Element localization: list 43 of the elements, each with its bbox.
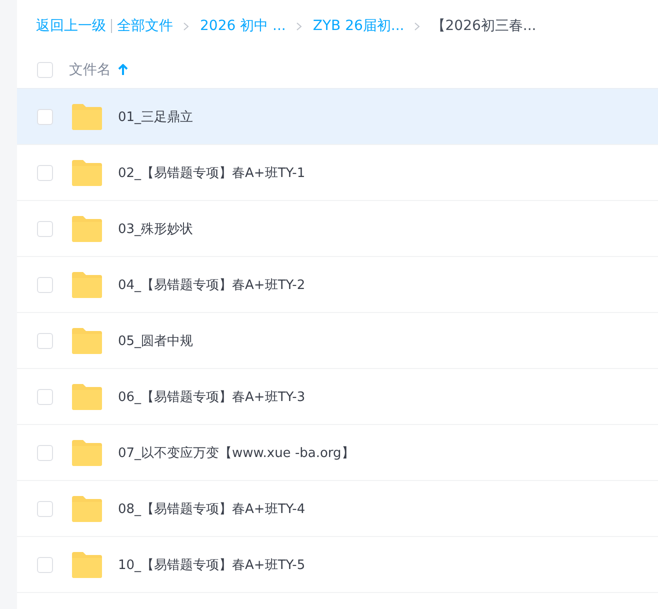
folder-icon xyxy=(70,158,104,186)
row-checkbox[interactable] xyxy=(37,444,53,460)
folder-icon xyxy=(70,550,104,578)
chevron-icon xyxy=(414,22,422,30)
file-name: 10_【易错题专项】春A+班TY-5 xyxy=(118,556,306,574)
row-checkbox[interactable] xyxy=(37,556,53,572)
file-row[interactable]: 01_三足鼎立 xyxy=(17,89,658,145)
file-name: 06_【易错题专项】春A+班TY-3 xyxy=(118,388,306,406)
file-name: 05_圆者中规 xyxy=(118,332,194,350)
file-name: 02_【易错题专项】春A+班TY-1 xyxy=(118,164,306,182)
folder-icon xyxy=(70,494,104,522)
file-name: 04_【易错题专项】春A+班TY-2 xyxy=(118,276,306,294)
row-checkbox[interactable] xyxy=(37,332,53,348)
row-checkbox[interactable] xyxy=(37,500,53,516)
breadcrumb-item: 【2026初三春... xyxy=(431,17,536,35)
file-row[interactable]: 05_圆者中规 xyxy=(17,313,658,369)
file-name: 01_三足鼎立 xyxy=(118,108,194,126)
file-row[interactable]: 04_【易错题专项】春A+班TY-2 xyxy=(17,257,658,313)
file-row[interactable]: 06_【易错题专项】春A+班TY-3 xyxy=(17,369,658,425)
folder-icon xyxy=(70,270,104,298)
folder-icon xyxy=(70,326,104,354)
select-all-checkbox[interactable] xyxy=(37,62,53,78)
chevron-icon xyxy=(296,22,303,30)
row-checkbox[interactable] xyxy=(37,276,53,292)
row-checkbox[interactable] xyxy=(37,388,53,404)
column-header[interactable]: 文件名 xyxy=(69,61,111,79)
file-name: 08_【易错题专项】春A+班TY-4 xyxy=(118,500,306,518)
file-name: 03_殊形妙状 xyxy=(118,220,194,238)
folder-icon xyxy=(70,214,104,242)
file-row[interactable]: 08_【易错题专项】春A+班TY-4 xyxy=(17,481,658,537)
row-checkbox[interactable] xyxy=(37,220,53,236)
sort-up-icon[interactable] xyxy=(118,64,128,76)
folder-icon xyxy=(70,438,104,466)
folder-icon xyxy=(70,382,104,410)
row-checkbox[interactable] xyxy=(37,108,53,124)
folder-icon xyxy=(70,102,104,130)
file-row[interactable]: 03_殊形妙状 xyxy=(17,201,658,257)
file-name: 07_以不变应万变【www.xue -ba.org】 xyxy=(118,444,354,462)
file-row[interactable]: 10_【易错题专项】春A+班TY-5 xyxy=(17,537,658,593)
chevron-icon xyxy=(183,22,190,30)
file-row[interactable]: 02_【易错题专项】春A+班TY-1 xyxy=(17,145,658,201)
file-row[interactable]: 07_以不变应万变【www.xue -ba.org】 xyxy=(17,425,658,481)
row-checkbox[interactable] xyxy=(37,164,53,180)
